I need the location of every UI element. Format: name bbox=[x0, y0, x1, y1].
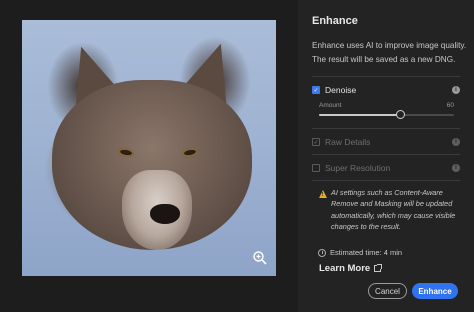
divider bbox=[312, 180, 460, 181]
preview-image[interactable] bbox=[22, 20, 276, 276]
info-icon[interactable]: i bbox=[452, 164, 460, 172]
divider bbox=[312, 76, 460, 77]
divider bbox=[312, 154, 460, 155]
raw-details-option: ✓ Raw Details i bbox=[312, 135, 460, 149]
denoise-option[interactable]: ✓ Denoise i bbox=[312, 83, 460, 97]
super-resolution-option: Super Resolution i bbox=[312, 161, 460, 175]
clock-icon bbox=[318, 249, 326, 257]
learn-more-label: Learn More bbox=[319, 263, 371, 274]
magnify-icon[interactable] bbox=[252, 250, 268, 266]
denoise-checkbox[interactable]: ✓ bbox=[312, 86, 320, 94]
raw-details-label: Raw Details bbox=[325, 137, 371, 147]
preview-pane bbox=[0, 0, 298, 312]
enhance-panel: Enhance Enhance uses AI to improve image… bbox=[298, 0, 474, 312]
amount-slider-thumb[interactable] bbox=[395, 110, 405, 119]
amount-label: Amount bbox=[319, 102, 342, 109]
warning-icon: ! bbox=[319, 190, 327, 198]
learn-more-link[interactable]: Learn More bbox=[319, 263, 383, 274]
amount-slider[interactable] bbox=[319, 110, 454, 119]
raw-details-checkbox: ✓ bbox=[312, 138, 320, 146]
panel-title: Enhance bbox=[312, 15, 358, 27]
divider bbox=[312, 128, 460, 129]
info-icon[interactable]: i bbox=[452, 86, 460, 94]
estimated-time: Estimated time: 4 min bbox=[330, 248, 403, 257]
external-link-icon bbox=[374, 264, 383, 272]
super-resolution-label: Super Resolution bbox=[325, 163, 391, 173]
amount-slider-fill bbox=[319, 114, 400, 116]
panel-description: Enhance uses AI to improve image quality… bbox=[312, 41, 467, 64]
super-resolution-checkbox bbox=[312, 164, 320, 172]
cancel-button[interactable]: Cancel bbox=[368, 283, 407, 299]
enhance-button[interactable]: Enhance bbox=[412, 283, 458, 299]
denoise-label: Denoise bbox=[325, 85, 357, 95]
amount-value: 60 bbox=[446, 102, 454, 109]
coyote-nose bbox=[150, 204, 180, 224]
info-icon[interactable]: i bbox=[452, 138, 460, 146]
warning-text: AI settings such as Content-Aware Remove… bbox=[331, 188, 456, 231]
